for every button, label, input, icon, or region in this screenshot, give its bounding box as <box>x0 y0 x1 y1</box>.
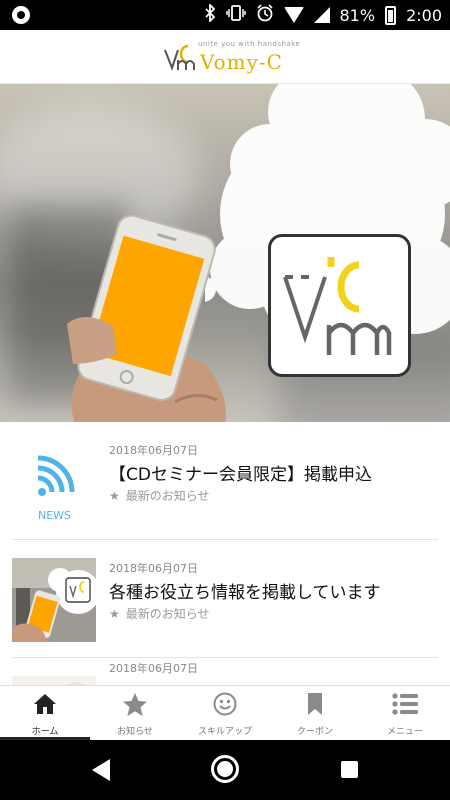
hero-logo-mark-icon <box>283 257 392 355</box>
logo-mark-icon <box>164 44 195 71</box>
nav-label: クーポン <box>296 727 333 737</box>
nav-label: スキルアップ <box>197 727 252 737</box>
list-item[interactable]: 2018年06月07日 各種お役立ち情報を掲載しています ★ 最新のお知らせ <box>0 540 450 658</box>
list-item[interactable]: 2018年06月07日 <box>0 658 450 685</box>
status-bar: 81% 2:00 <box>0 0 450 30</box>
logo-brand: Vomy-C <box>200 50 283 74</box>
vibrate-icon <box>225 4 246 26</box>
nav-item-menu[interactable]: メニュー <box>360 686 450 740</box>
nav-item-news[interactable]: お知らせ <box>90 686 180 740</box>
star-icon: ★ <box>109 606 120 621</box>
news-date: 2018年06月07日 <box>109 562 198 575</box>
wifi-icon <box>283 7 304 23</box>
star-icon <box>122 691 148 717</box>
system-nav-bar <box>0 740 450 800</box>
back-icon[interactable] <box>90 758 112 782</box>
news-category: ★ 最新のお知らせ <box>109 487 210 504</box>
nav-item-coupon[interactable]: クーポン <box>270 686 360 740</box>
signal-icon <box>313 7 330 23</box>
battery-percent: 81% <box>339 5 376 25</box>
nav-label: メニュー <box>386 727 423 737</box>
bookmark-icon <box>302 691 328 717</box>
hero-logo-card <box>268 234 411 377</box>
photo-thumbnail <box>12 558 96 642</box>
news-thumbnail <box>12 676 96 685</box>
app-logo[interactable]: unite you with handshake Vomy-C <box>162 38 300 78</box>
news-thumb-label: NEWS <box>38 509 72 522</box>
news-list: NEWS 2018年06月07日 【CDセミナー会員限定】掲載申込 ★ 最新のお… <box>0 422 450 685</box>
photo-thumbnail <box>12 676 96 685</box>
app-header: unite you with handshake Vomy-C <box>0 30 450 84</box>
bluetooth-icon <box>204 2 216 26</box>
news-category-label: 最新のお知らせ <box>125 489 210 503</box>
battery-icon <box>385 5 397 25</box>
home-button-icon[interactable] <box>211 755 239 783</box>
hero-banner[interactable] <box>0 84 450 422</box>
news-date: 2018年06月07日 <box>109 662 198 675</box>
smiley-icon <box>212 691 238 717</box>
home-icon <box>32 691 58 717</box>
news-category: ★ 最新のお知らせ <box>109 605 210 622</box>
news-category-label: 最新のお知らせ <box>125 607 210 621</box>
list-item[interactable]: NEWS 2018年06月07日 【CDセミナー会員限定】掲載申込 ★ 最新のお… <box>0 422 450 540</box>
nav-label: ホーム <box>31 727 59 737</box>
news-thumbnail: NEWS <box>12 440 96 524</box>
nav-item-home[interactable]: ホーム <box>0 686 90 740</box>
status-icons: 81% 2:00 <box>204 2 442 26</box>
phone-illustration <box>67 214 226 422</box>
news-date: 2018年06月07日 <box>109 444 198 457</box>
news-thumbnail <box>12 558 96 642</box>
list-icon <box>392 691 418 717</box>
recent-apps-icon[interactable] <box>341 761 358 778</box>
alarm-icon <box>256 4 274 26</box>
logo-tagline: unite you with handshake <box>198 40 301 48</box>
star-icon: ★ <box>109 488 120 503</box>
news-title: 各種お役立ち情報を掲載しています <box>109 583 381 603</box>
nav-label: お知らせ <box>117 727 153 737</box>
clock: 2:00 <box>406 5 442 25</box>
news-title: 【CDセミナー会員限定】掲載申込 <box>109 465 372 485</box>
bottom-nav: ホーム お知らせ スキルアップ クーポン メニュー <box>0 685 450 740</box>
record-icon <box>12 6 30 24</box>
nav-item-skillup[interactable]: スキルアップ <box>180 686 270 740</box>
